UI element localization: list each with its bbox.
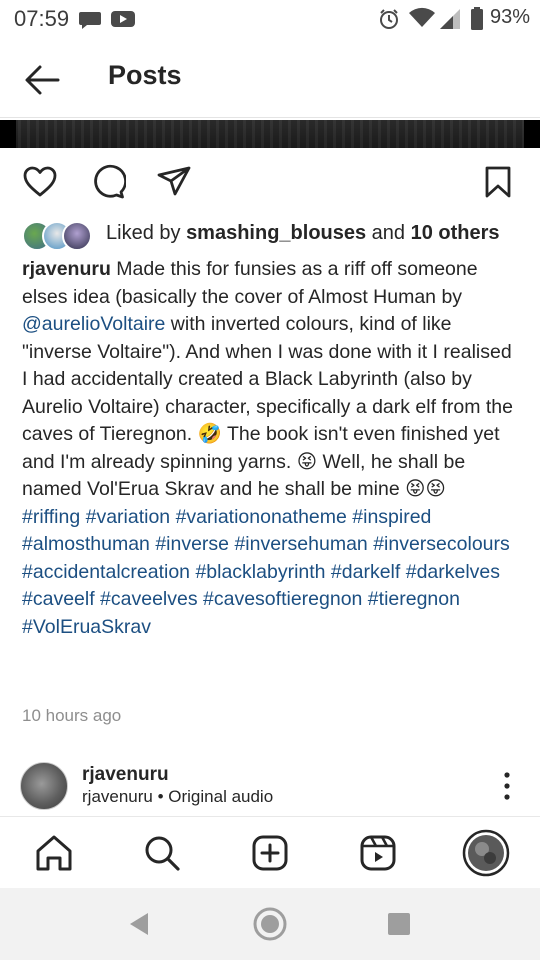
caption-username[interactable]: rjavenuru xyxy=(22,258,111,280)
more-options-icon[interactable] xyxy=(496,770,518,802)
status-bar: 07:59 93% xyxy=(0,0,540,38)
caption-hashtags[interactable]: #riffing #variation #variationonatheme #… xyxy=(22,504,522,642)
reel-avatar[interactable] xyxy=(20,762,68,810)
back-triangle-icon[interactable] xyxy=(126,910,152,938)
post-image[interactable] xyxy=(0,120,540,148)
page-title: Posts xyxy=(108,60,182,90)
emoji: 😝 xyxy=(296,450,318,473)
status-time: 07:59 xyxy=(14,6,70,31)
likes-others[interactable]: 10 others xyxy=(411,222,500,244)
battery-percentage: 93% xyxy=(489,6,530,28)
home-icon[interactable] xyxy=(34,833,74,873)
reels-icon[interactable] xyxy=(358,833,398,873)
battery-icon xyxy=(471,7,483,30)
signal-icon xyxy=(440,9,460,29)
post-timestamp: 10 hours ago xyxy=(22,706,122,725)
system-navigation-bar xyxy=(0,888,540,960)
caption-mention[interactable]: @aurelioVoltaire xyxy=(22,313,165,335)
profile-avatar[interactable] xyxy=(462,829,510,877)
emoji: 🤣 xyxy=(197,423,222,445)
search-icon[interactable] xyxy=(142,833,182,873)
youtube-notification-icon xyxy=(111,11,135,27)
emoji: 😝😝 xyxy=(405,478,446,500)
wifi-icon xyxy=(409,7,435,27)
new-post-icon[interactable] xyxy=(250,833,290,873)
likes-text: Liked by smashing_blouses and 10 others xyxy=(106,222,500,244)
bookmark-icon[interactable] xyxy=(480,164,516,200)
header-divider xyxy=(0,117,540,118)
comment-icon[interactable] xyxy=(90,164,126,200)
liker-username[interactable]: smashing_blouses xyxy=(186,222,366,244)
reel-audio-info[interactable]: rjavenuru • Original audio xyxy=(82,787,273,807)
chat-notification-icon xyxy=(79,12,101,29)
bottom-nav xyxy=(0,816,540,889)
back-arrow-button[interactable] xyxy=(22,62,62,98)
alarm-icon xyxy=(380,9,398,29)
post-caption: rjavenuru Made this for funsies as a rif… xyxy=(22,256,522,641)
liker-avatar xyxy=(62,221,92,251)
recents-square-icon[interactable] xyxy=(386,911,412,937)
share-icon[interactable] xyxy=(156,164,192,200)
reel-username[interactable]: rjavenuru xyxy=(82,764,169,786)
home-circle-icon[interactable] xyxy=(252,906,288,942)
heart-icon[interactable] xyxy=(22,164,58,200)
liker-avatars xyxy=(22,220,94,251)
